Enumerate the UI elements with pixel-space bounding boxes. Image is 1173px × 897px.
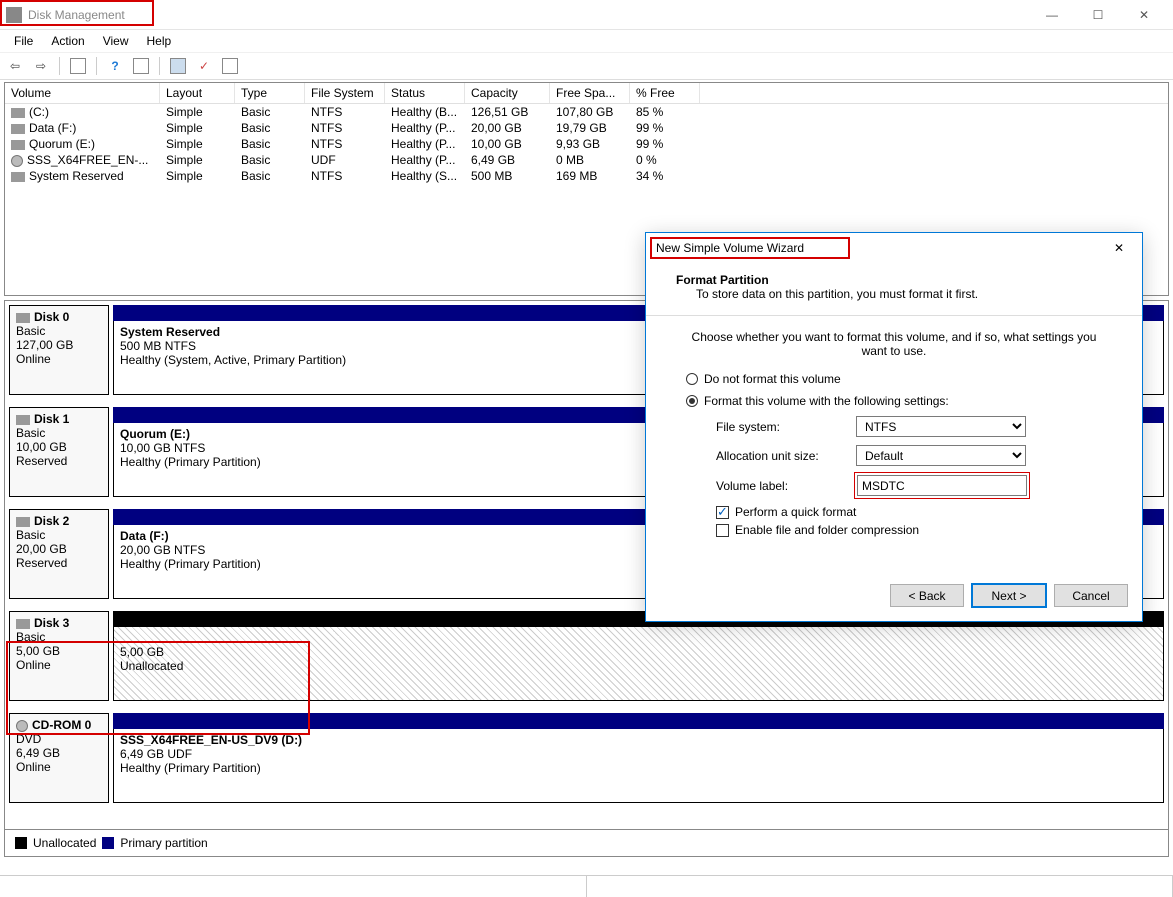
field-file-system: File system: NTFS bbox=[716, 416, 1102, 437]
wizard-cancel-button[interactable]: Cancel bbox=[1054, 584, 1128, 607]
menu-file[interactable]: File bbox=[6, 32, 41, 50]
col-pfree[interactable]: % Free bbox=[630, 83, 700, 103]
checkbox-icon bbox=[716, 506, 729, 519]
volume-icon bbox=[11, 172, 25, 182]
toolbar-list-button[interactable] bbox=[219, 55, 241, 77]
col-volume[interactable]: Volume bbox=[5, 83, 160, 103]
col-layout[interactable]: Layout bbox=[160, 83, 235, 103]
disk-row-3: Disk 3 Basic 5,00 GB Online 5,00 GB Unal… bbox=[5, 607, 1168, 709]
volume-row[interactable]: (C:)SimpleBasicNTFSHealthy (B...126,51 G… bbox=[5, 104, 1168, 120]
cdrom-icon bbox=[11, 155, 23, 167]
radio-format[interactable]: Format this volume with the following se… bbox=[686, 394, 1102, 408]
window-title: Disk Management bbox=[28, 8, 1029, 22]
app-icon bbox=[6, 7, 22, 23]
volume-row[interactable]: System ReservedSimpleBasicNTFSHealthy (S… bbox=[5, 168, 1168, 184]
file-system-select[interactable]: NTFS bbox=[856, 416, 1026, 437]
field-volume-label: Volume label: bbox=[716, 474, 1102, 497]
cdrom0-info[interactable]: CD-ROM 0 DVD 6,49 GB Online bbox=[9, 713, 109, 803]
disk0-state: Online bbox=[16, 352, 51, 366]
toolbar-refresh-button[interactable] bbox=[130, 55, 152, 77]
annotation-wizard-title-box bbox=[650, 237, 850, 259]
disk3-unallocated[interactable]: 5,00 GB Unallocated bbox=[114, 627, 1163, 700]
volume-list-header: Volume Layout Type File System Status Ca… bbox=[5, 83, 1168, 104]
field-allocation-unit: Allocation unit size: Default bbox=[716, 445, 1102, 466]
toolbar-forward-button[interactable]: ⇨ bbox=[30, 55, 52, 77]
volume-icon bbox=[11, 108, 25, 118]
allocation-unit-select[interactable]: Default bbox=[856, 445, 1026, 466]
volume-row[interactable]: Quorum (E:)SimpleBasicNTFSHealthy (P...1… bbox=[5, 136, 1168, 152]
toolbar-check-button[interactable]: ✓ bbox=[193, 55, 215, 77]
volume-row[interactable]: Data (F:)SimpleBasicNTFSHealthy (P...20,… bbox=[5, 120, 1168, 136]
disk0-type: Basic bbox=[16, 324, 45, 338]
cdrom-icon bbox=[16, 720, 28, 732]
toolbar-help-button[interactable]: ? bbox=[104, 55, 126, 77]
menu-action[interactable]: Action bbox=[43, 32, 92, 50]
disk-icon bbox=[16, 313, 30, 323]
volume-icon bbox=[11, 124, 25, 134]
col-capacity[interactable]: Capacity bbox=[465, 83, 550, 103]
toolbar-view-button[interactable] bbox=[67, 55, 89, 77]
col-free[interactable]: Free Spa... bbox=[550, 83, 630, 103]
wizard-header: Format Partition To store data on this p… bbox=[646, 263, 1142, 311]
disk0-size: 127,00 GB bbox=[16, 338, 73, 352]
col-status[interactable]: Status bbox=[385, 83, 465, 103]
legend-unallocated-swatch bbox=[15, 837, 27, 849]
maximize-button[interactable]: ☐ bbox=[1075, 0, 1121, 30]
disk0-info[interactable]: Disk 0 Basic 127,00 GB Online bbox=[9, 305, 109, 395]
menubar: File Action View Help bbox=[0, 30, 1173, 52]
toolbar-properties-button[interactable] bbox=[167, 55, 189, 77]
col-fs[interactable]: File System bbox=[305, 83, 385, 103]
volume-icon bbox=[11, 140, 25, 150]
checkbox-quick-format[interactable]: Perform a quick format bbox=[716, 505, 1102, 519]
checkbox-icon bbox=[716, 524, 729, 537]
statusbar bbox=[0, 875, 1173, 897]
wizard-close-button[interactable]: ✕ bbox=[1106, 235, 1132, 261]
wizard-prompt: Choose whether you want to format this v… bbox=[686, 330, 1102, 358]
disk1-info[interactable]: Disk 1 Basic 10,00 GB Reserved bbox=[9, 407, 109, 497]
toolbar: ⇦ ⇨ ? ✓ bbox=[0, 52, 1173, 80]
radio-no-format[interactable]: Do not format this volume bbox=[686, 372, 1102, 386]
wizard-subheading: To store data on this partition, you mus… bbox=[676, 287, 1112, 301]
minimize-button[interactable]: — bbox=[1029, 0, 1075, 30]
disk-icon bbox=[16, 517, 30, 527]
radio-icon bbox=[686, 395, 698, 407]
disk-icon bbox=[16, 415, 30, 425]
volume-row[interactable]: SSS_X64FREE_EN-...SimpleBasicUDFHealthy … bbox=[5, 152, 1168, 168]
disk0-title: Disk 0 bbox=[34, 310, 69, 324]
col-type[interactable]: Type bbox=[235, 83, 305, 103]
checkbox-compression[interactable]: Enable file and folder compression bbox=[716, 523, 1102, 537]
titlebar: Disk Management — ☐ ✕ bbox=[0, 0, 1173, 30]
disk3-info[interactable]: Disk 3 Basic 5,00 GB Online bbox=[9, 611, 109, 701]
wizard-back-button[interactable]: < Back bbox=[890, 584, 964, 607]
close-button[interactable]: ✕ bbox=[1121, 0, 1167, 30]
wizard-next-button[interactable]: Next > bbox=[972, 584, 1046, 607]
toolbar-back-button[interactable]: ⇦ bbox=[4, 55, 26, 77]
new-simple-volume-wizard: New Simple Volume Wizard ✕ Format Partit… bbox=[645, 232, 1143, 622]
disk-icon bbox=[16, 619, 30, 629]
radio-icon bbox=[686, 373, 698, 385]
legend-primary-label: Primary partition bbox=[120, 836, 207, 850]
legend: Unallocated Primary partition bbox=[4, 830, 1169, 857]
menu-view[interactable]: View bbox=[95, 32, 137, 50]
legend-unallocated-label: Unallocated bbox=[33, 836, 96, 850]
cdrom0-vol[interactable]: SSS_X64FREE_EN-US_DV9 (D:) 6,49 GB UDF H… bbox=[114, 729, 1163, 802]
disk-row-cdrom: CD-ROM 0 DVD 6,49 GB Online SSS_X64FREE_… bbox=[5, 709, 1168, 811]
disk2-info[interactable]: Disk 2 Basic 20,00 GB Reserved bbox=[9, 509, 109, 599]
volume-label-input[interactable] bbox=[857, 475, 1027, 496]
wizard-heading: Format Partition bbox=[676, 273, 769, 287]
menu-help[interactable]: Help bbox=[139, 32, 180, 50]
legend-primary-swatch bbox=[102, 837, 114, 849]
